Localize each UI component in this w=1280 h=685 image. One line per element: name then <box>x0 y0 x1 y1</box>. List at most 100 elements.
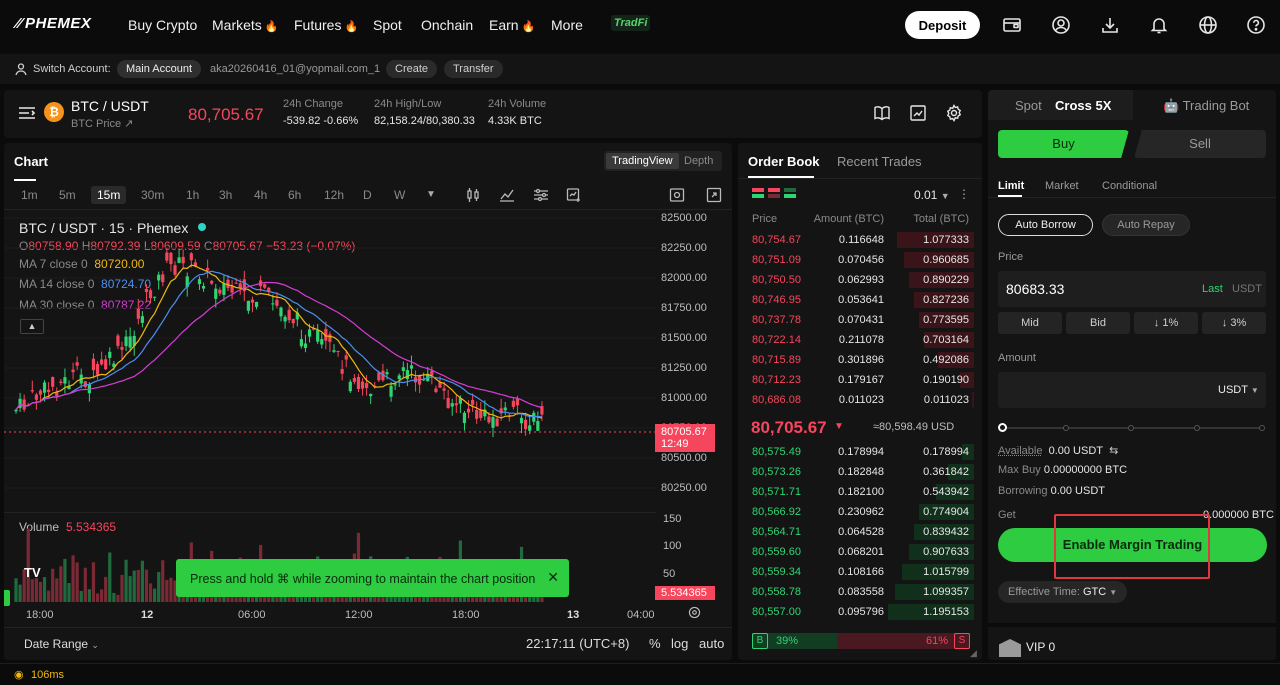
timeframe-dropdown-icon[interactable]: ▼ <box>426 189 436 200</box>
transfer-button[interactable]: Transfer <box>444 60 503 78</box>
nav-buy-crypto[interactable]: Buy Crypto <box>128 17 197 33</box>
deposit-button[interactable]: Deposit <box>905 11 980 39</box>
close-icon[interactable]: ✕ <box>547 569 559 586</box>
main-account-chip[interactable]: Main Account <box>117 60 202 78</box>
last-price-shortcut[interactable]: Last <box>1202 283 1223 295</box>
timeframe-6h[interactable]: 6h <box>288 188 301 202</box>
conditional-order-tab[interactable]: Conditional <box>1102 180 1157 192</box>
slider-step[interactable] <box>1063 425 1069 431</box>
recent-trades-tab[interactable]: Recent Trades <box>837 154 922 169</box>
price-input[interactable]: 80683.33 Last USDT <box>998 271 1266 307</box>
date-range-dropdown[interactable]: Date Range ⌄ <box>24 637 99 651</box>
menu-hamburger-icon[interactable] <box>18 105 36 124</box>
timeframe-w[interactable]: W <box>394 188 405 202</box>
bid-row[interactable]: 80,559.34 0.108166 1.015799 <box>738 562 982 582</box>
notification-bell-icon[interactable] <box>1148 14 1170 36</box>
timeframe-3h[interactable]: 3h <box>219 188 232 202</box>
mid-price-button[interactable]: Mid <box>998 312 1062 334</box>
nav-spot[interactable]: Spot <box>373 17 402 33</box>
book-view-bids-icon[interactable] <box>784 187 796 201</box>
book-guide-icon[interactable] <box>873 104 891 125</box>
book-view-both-icon[interactable] <box>752 187 764 201</box>
candlestick-chart[interactable] <box>4 210 656 513</box>
pair-name[interactable]: BTC / USDT <box>71 98 149 114</box>
add-alert-icon[interactable] <box>566 187 582 206</box>
timeframe-12h[interactable]: 12h <box>324 188 344 202</box>
settings-gear-icon[interactable] <box>945 104 963 125</box>
percent-scale-button[interactable]: % <box>649 636 661 651</box>
more-options-icon[interactable]: ⋮ <box>958 187 970 201</box>
bid-row[interactable]: 80,571.71 0.182100 0.543942 <box>738 482 982 502</box>
timeframe-4h[interactable]: 4h <box>254 188 267 202</box>
sell-tab-button[interactable]: Sell <box>1134 130 1266 158</box>
user-profile-icon[interactable] <box>1050 14 1072 36</box>
chart-tab[interactable]: Chart <box>14 154 48 169</box>
slider-step[interactable] <box>1194 425 1200 431</box>
amount-slider-handle[interactable] <box>998 423 1007 432</box>
fullscreen-icon[interactable] <box>706 187 722 206</box>
bid-row[interactable]: 80,564.71 0.064528 0.839432 <box>738 522 982 542</box>
slider-step[interactable] <box>1128 425 1134 431</box>
amount-unit-select[interactable]: USDT ▼ <box>1218 384 1259 396</box>
ask-row[interactable]: 80,750.50 0.062993 0.890229 <box>738 270 982 290</box>
panel-handle[interactable] <box>4 590 10 606</box>
candle-type-icon[interactable] <box>465 187 481 206</box>
screenshot-icon[interactable] <box>669 187 685 206</box>
ask-row[interactable]: 80,686.08 0.011023 0.011023 <box>738 390 982 410</box>
bid-row[interactable]: 80,573.26 0.182848 0.361842 <box>738 462 982 482</box>
auto-scale-button[interactable]: auto <box>699 636 724 651</box>
chart-settings-sliders-icon[interactable] <box>533 187 549 206</box>
auto-repay-toggle[interactable]: Auto Repay <box>1102 214 1190 236</box>
tradfi-badge[interactable]: TradFi <box>611 15 651 31</box>
resize-corner-icon[interactable]: ◢ <box>970 648 977 659</box>
wallet-icon[interactable] <box>1001 14 1023 36</box>
transfer-swap-icon[interactable]: ⇆ <box>1109 445 1118 457</box>
ask-row[interactable]: 80,712.23 0.179167 0.190190 <box>738 370 982 390</box>
book-view-asks-icon[interactable] <box>768 187 780 201</box>
limit-order-tab[interactable]: Limit <box>998 180 1024 192</box>
timeframe-1m[interactable]: 1m <box>21 188 38 202</box>
order-book-tab[interactable]: Order Book <box>748 154 820 169</box>
ask-row[interactable]: 80,754.67 0.116648 1.077333 <box>738 230 982 250</box>
indicators-icon[interactable] <box>499 187 515 206</box>
bid-row[interactable]: 80,575.49 0.178994 0.178994 <box>738 442 982 462</box>
trading-bot-tab[interactable]: 🤖 Trading Bot <box>1163 98 1249 114</box>
nav-futures[interactable]: Futures 🔥 <box>294 17 358 33</box>
ask-row[interactable]: 80,722.14 0.211078 0.703164 <box>738 330 982 350</box>
timeframe-15m[interactable]: 15m <box>91 186 127 204</box>
globe-language-icon[interactable] <box>1197 14 1219 36</box>
ask-row[interactable]: 80,715.89 0.301896 0.492086 <box>738 350 982 370</box>
slider-step[interactable] <box>1259 425 1265 431</box>
bid-price-button[interactable]: Bid <box>1066 312 1130 334</box>
download-icon[interactable] <box>1099 14 1121 36</box>
timeframe-d[interactable]: D <box>363 188 372 202</box>
timeframe-1h[interactable]: 1h <box>186 188 199 202</box>
down-3-percent-button[interactable]: ↓ 3% <box>1202 312 1266 334</box>
cross-5x-tab[interactable]: Cross 5X <box>1055 98 1111 113</box>
timeframe-30m[interactable]: 30m <box>141 188 164 202</box>
ask-row[interactable]: 80,737.78 0.070431 0.773595 <box>738 310 982 330</box>
nav-markets[interactable]: Markets 🔥 <box>212 17 279 33</box>
bid-row[interactable]: 80,557.00 0.095796 1.195153 <box>738 602 982 622</box>
bid-row[interactable]: 80,559.60 0.068201 0.907633 <box>738 542 982 562</box>
spot-tab[interactable]: Spot <box>1015 98 1042 113</box>
phemex-logo[interactable]: ⁄⁄ PHEMEX <box>16 15 91 32</box>
market-order-tab[interactable]: Market <box>1045 180 1079 192</box>
create-button[interactable]: Create <box>386 60 438 78</box>
log-scale-button[interactable]: log <box>671 636 688 651</box>
nav-earn[interactable]: Earn 🔥 <box>489 17 535 33</box>
precision-selector[interactable]: 0.01 ▼ <box>914 188 950 202</box>
ask-row[interactable]: 80,751.09 0.070456 0.960685 <box>738 250 982 270</box>
help-icon[interactable] <box>1245 14 1267 36</box>
depth-toggle[interactable]: Depth <box>684 155 713 167</box>
effective-time-selector[interactable]: Effective Time: GTC ▼ <box>998 581 1128 603</box>
tradingview-toggle[interactable]: TradingView <box>606 153 679 169</box>
timeframe-5m[interactable]: 5m <box>59 188 76 202</box>
nav-more[interactable]: More <box>551 17 583 33</box>
axis-settings-icon[interactable] <box>688 606 701 622</box>
bid-row[interactable]: 80,558.78 0.083558 1.099357 <box>738 582 982 602</box>
down-1-percent-button[interactable]: ↓ 1% <box>1134 312 1198 334</box>
nav-onchain[interactable]: Onchain <box>421 17 473 33</box>
chart-report-icon[interactable] <box>909 104 927 125</box>
btc-price-link[interactable]: BTC Price ↗ <box>71 117 133 130</box>
